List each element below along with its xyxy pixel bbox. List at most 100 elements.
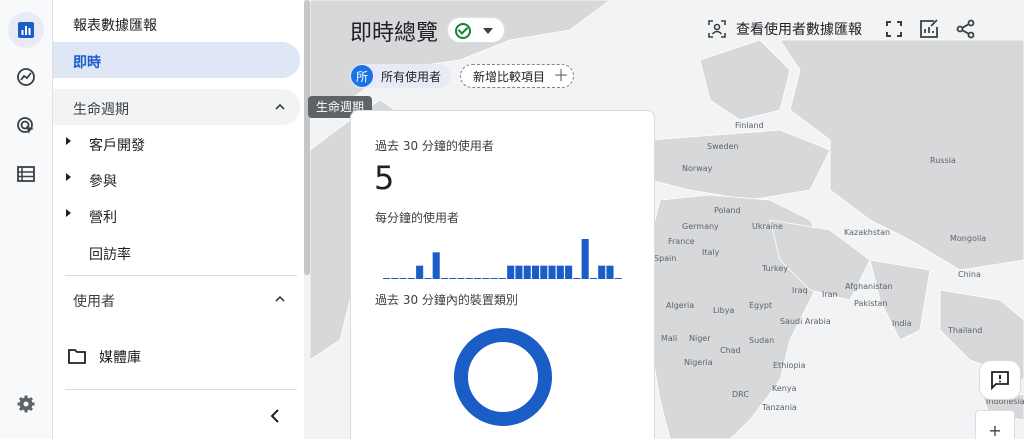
map-label: Norway [682, 164, 713, 173]
share-button[interactable] [956, 18, 976, 40]
map-label: Italy [702, 248, 720, 257]
nav-item-engagement-label: 參與 [89, 174, 117, 190]
status-dropdown[interactable] [447, 17, 505, 43]
minute-bar[interactable] [391, 278, 399, 279]
minute-bar[interactable] [548, 265, 556, 279]
minute-bar[interactable] [465, 278, 473, 279]
minute-bar[interactable] [606, 265, 614, 279]
minute-bar[interactable] [399, 278, 407, 279]
zoom-in-button[interactable]: + [975, 410, 1015, 439]
plus-icon: + [988, 421, 1002, 439]
nav-section-user[interactable]: 使用者 [53, 281, 300, 317]
device-category-donut[interactable] [453, 327, 553, 427]
chevron-up-icon [275, 295, 285, 302]
map-label: Finland [735, 121, 764, 130]
minute-bar[interactable] [507, 265, 515, 279]
nav-item-realtime-label: 即時 [73, 55, 101, 71]
nav-item-acquisition[interactable]: 客戶開發 [53, 125, 300, 161]
fullscreen-button[interactable] [886, 18, 902, 40]
minute-bar[interactable] [498, 278, 506, 279]
minute-bar[interactable] [440, 278, 449, 279]
map-label: Germany [682, 222, 719, 231]
view-user-snapshot-button[interactable]: 查看使用者數據匯報 [708, 18, 862, 40]
minute-bar[interactable] [598, 265, 606, 279]
advertising-icon[interactable] [8, 108, 44, 144]
nav-item-monetization[interactable]: 營利 [53, 197, 300, 233]
settings-gear-icon[interactable] [8, 386, 44, 422]
minute-bar[interactable] [482, 278, 490, 279]
icon-rail [0, 0, 53, 439]
donut-slice[interactable] [454, 328, 552, 426]
plus-icon: ＋ [553, 66, 570, 85]
customize-report-button[interactable] [919, 18, 939, 40]
explore-icon[interactable] [8, 59, 44, 95]
device-category-label: 過去 30 分鐘內的裝置類別 [375, 293, 518, 307]
map-label: Libya [713, 306, 735, 315]
map-label: Mongolia [950, 234, 987, 243]
minute-bar[interactable] [614, 278, 622, 279]
map-label: Ethiopia [773, 361, 806, 370]
dropdown-arrow-icon [483, 28, 493, 34]
minute-bar[interactable] [540, 265, 548, 279]
minute-bar[interactable] [457, 278, 465, 279]
configure-list-icon[interactable] [8, 156, 44, 192]
map-label: France [668, 237, 695, 246]
minute-bar[interactable] [581, 239, 589, 279]
map-label: Saudi Arabia [780, 317, 831, 326]
minute-bar[interactable] [589, 278, 597, 279]
nav-item-retention-label: 回訪率 [89, 247, 131, 263]
users-per-minute-chart[interactable] [383, 227, 623, 279]
collapse-nav-button[interactable] [265, 404, 285, 428]
nav-item-monetization-label: 營利 [89, 210, 117, 226]
map-label: Tanzania [762, 403, 797, 412]
minute-bar[interactable] [424, 278, 432, 279]
nav-section-user-label: 使用者 [73, 294, 115, 310]
map-label: India [892, 319, 912, 328]
check-circle-icon [455, 23, 471, 39]
feedback-button[interactable] [979, 360, 1021, 400]
nav-item-retention[interactable]: 回訪率 [53, 234, 300, 270]
map-label: Ukraine [752, 222, 783, 231]
map-label: Iraq [792, 286, 808, 295]
minute-bar[interactable] [515, 265, 523, 279]
map-label: Kazakhstan [844, 228, 891, 237]
nav-item-realtime[interactable]: 即時 [53, 42, 300, 78]
minute-bar[interactable] [531, 265, 540, 279]
minute-bar[interactable] [416, 265, 424, 279]
edit-chart-icon [920, 19, 938, 38]
folder-icon [68, 349, 86, 364]
audience-chip[interactable]: 所 所有使用者 [350, 64, 452, 88]
minute-bar[interactable] [565, 265, 573, 279]
minute-bar[interactable] [573, 278, 581, 279]
nav-section-lifecycle-label: 生命週期 [73, 102, 129, 118]
minute-bar[interactable] [407, 278, 415, 279]
map-label: Iran [822, 290, 838, 299]
nav-item-library-label: 媒體庫 [99, 350, 141, 366]
map-label: Turkey [762, 264, 789, 273]
nav-item-library[interactable]: 媒體庫 [68, 345, 298, 369]
minute-bar[interactable] [432, 252, 440, 279]
nav-section-lifecycle[interactable]: 生命週期 [53, 89, 300, 125]
chevron-left-icon [270, 409, 279, 423]
nav-item-acquisition-label: 客戶開發 [89, 138, 145, 154]
minute-bar[interactable] [490, 278, 498, 279]
map-label: Mali [661, 334, 678, 343]
audience-avatar: 所 [351, 65, 373, 87]
minute-bar[interactable] [523, 265, 531, 279]
minute-bar[interactable] [556, 265, 564, 279]
minute-bar[interactable] [383, 278, 391, 279]
map-label: Kenya [772, 384, 797, 393]
add-comparison-button[interactable]: 新增比較項目 ＋ [460, 64, 574, 88]
reports-icon[interactable] [8, 12, 44, 48]
minute-bar[interactable] [449, 278, 457, 279]
expand-arrow-icon [66, 173, 71, 181]
map-label: Niger [689, 334, 711, 343]
nav-item-engagement[interactable]: 參與 [53, 161, 300, 197]
map-label: Afghanistan [845, 282, 893, 291]
share-icon [956, 19, 975, 39]
map-label: Spain [654, 254, 677, 263]
nav-header[interactable]: 報表數據匯報 [73, 15, 157, 35]
users-30min-label: 過去 30 分鐘的使用者 [375, 139, 494, 153]
expand-arrow-icon [66, 209, 71, 217]
minute-bar[interactable] [474, 278, 482, 279]
